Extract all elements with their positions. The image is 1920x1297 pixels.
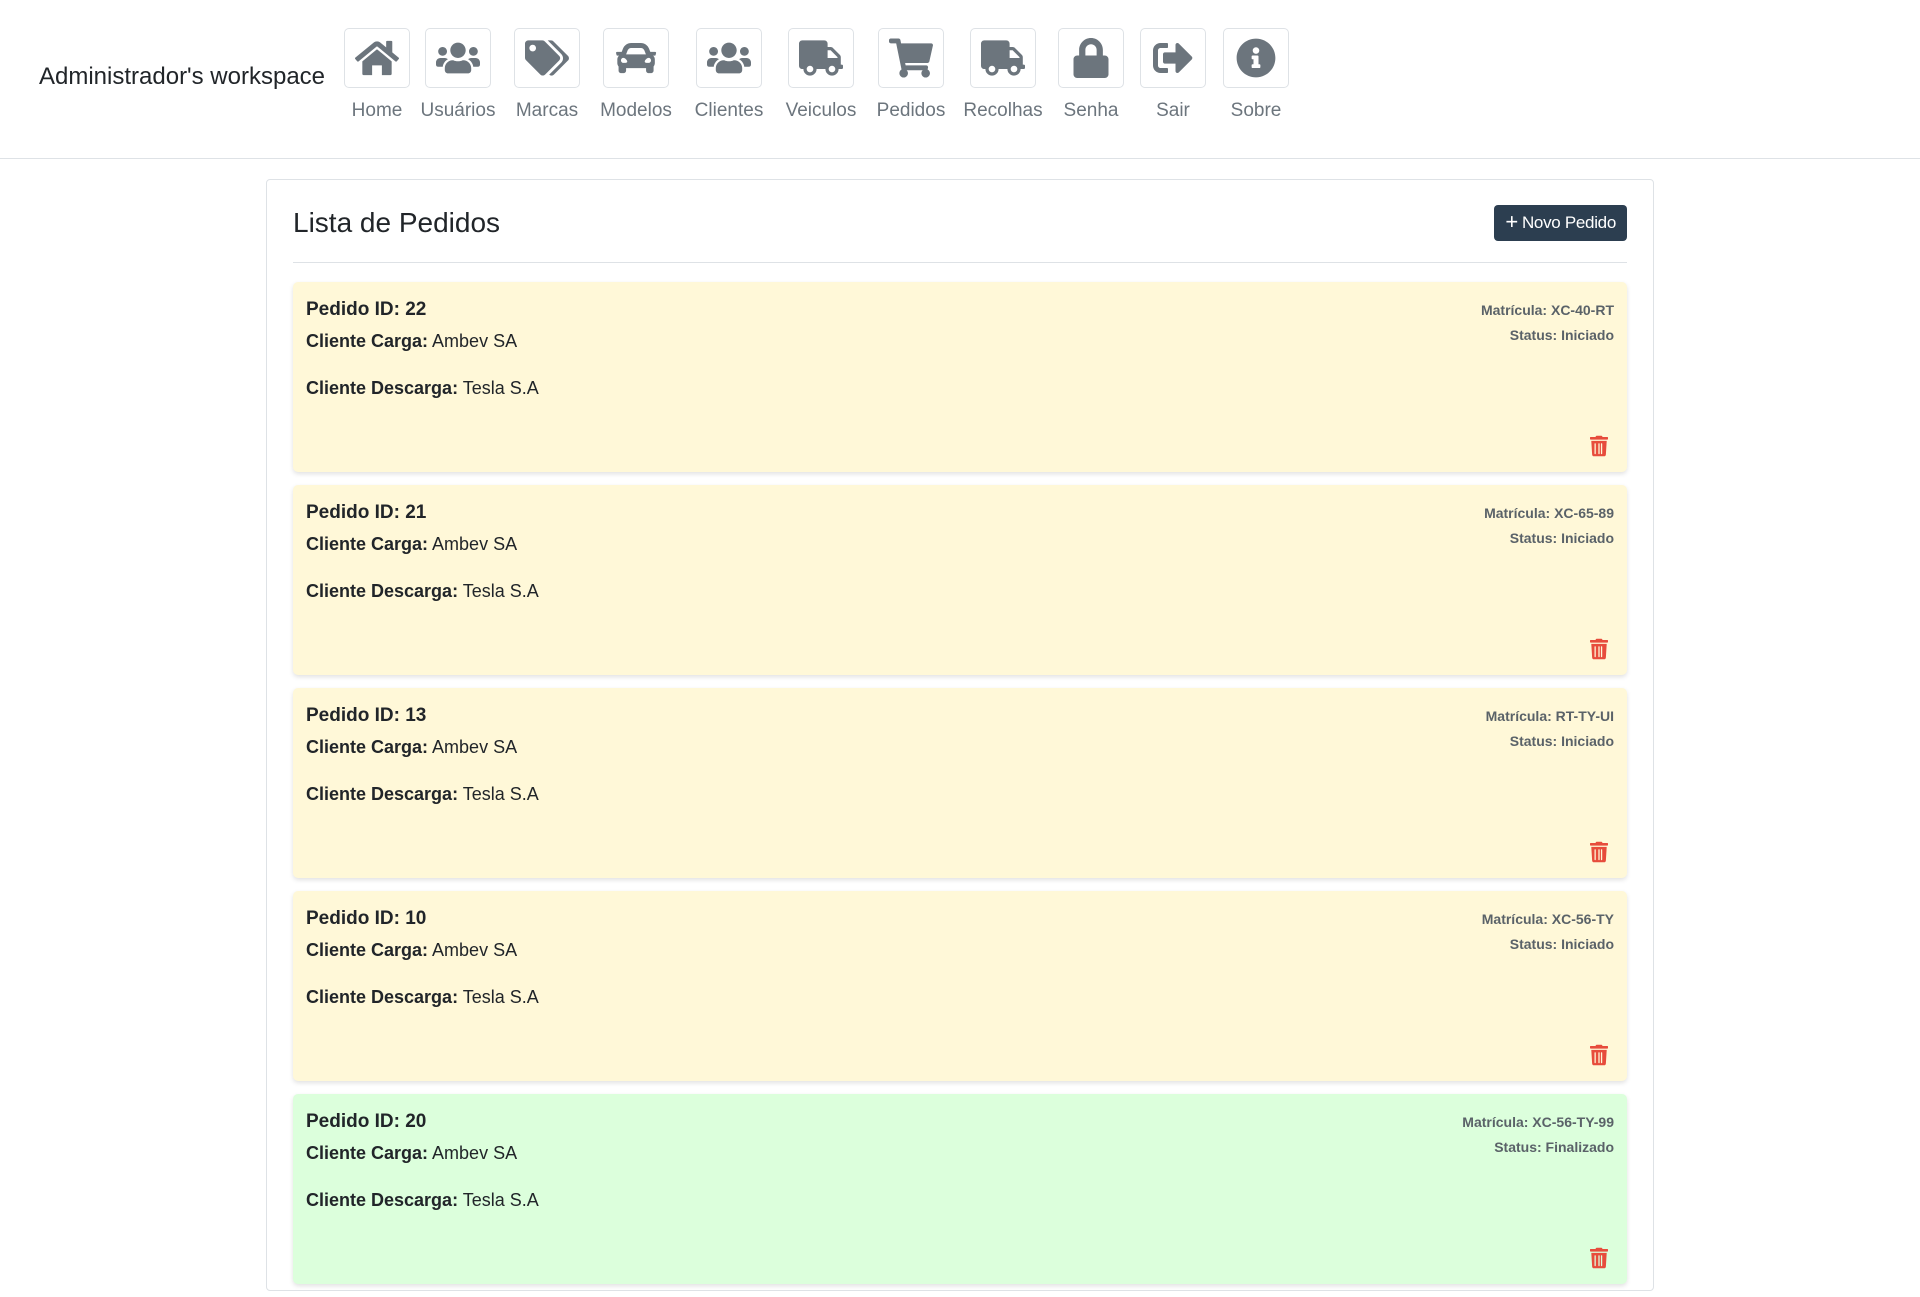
tags-icon	[514, 28, 580, 88]
status-badge: Status: Finalizado	[1494, 1139, 1614, 1155]
nav-recolhas[interactable]: Recolhas	[956, 28, 1050, 122]
cliente-descarga: Cliente Descarga: Tesla S.A	[306, 1190, 539, 1210]
new-order-label: Novo Pedido	[1521, 213, 1616, 232]
truck-icon	[788, 28, 854, 88]
panel-header: Lista de Pedidos + Novo Pedido	[293, 180, 1627, 263]
status-badge: Status: Iniciado	[1509, 530, 1614, 546]
top-navbar: Administrador's workspace Home Usuários …	[0, 0, 1920, 159]
page-title: Lista de Pedidos	[293, 207, 501, 238]
new-order-button[interactable]: + Novo Pedido	[1494, 205, 1627, 241]
lock-icon	[1058, 28, 1124, 88]
nav-marcas[interactable]: Marcas	[504, 28, 590, 122]
truck-icon	[970, 28, 1036, 88]
trash-icon	[1590, 1044, 1608, 1066]
order-card[interactable]: Pedido ID: 22 Cliente Carga: Ambev SA Cl…	[293, 282, 1627, 472]
cliente-descarga: Cliente Descarga: Tesla S.A	[306, 784, 539, 804]
trash-icon	[1590, 841, 1608, 863]
delete-order-button[interactable]	[1590, 638, 1608, 660]
matricula: Matrícula: XC-40-RT	[1480, 302, 1614, 318]
order-meta: Matrícula: RT-TY-UI Status: Iniciado	[1486, 704, 1614, 754]
order-card[interactable]: Pedido ID: 21 Cliente Carga: Ambev SA Cl…	[293, 485, 1627, 675]
users-icon	[425, 28, 491, 88]
nav-senha[interactable]: Senha	[1050, 28, 1132, 122]
main-nav: Home Usuários Marcas Modelos Clientes Ve…	[342, 28, 1298, 122]
cliente-descarga: Cliente Descarga: Tesla S.A	[306, 378, 539, 398]
nav-pedidos[interactable]: Pedidos	[866, 28, 956, 122]
status-badge: Status: Iniciado	[1509, 327, 1614, 343]
trash-icon	[1590, 638, 1608, 660]
cliente-carga: Cliente Carga: Ambev SA	[306, 940, 518, 960]
matricula: Matrícula: XC-65-89	[1484, 505, 1614, 521]
cliente-descarga: Cliente Descarga: Tesla S.A	[306, 581, 539, 601]
order-meta: Matrícula: XC-40-RT Status: Iniciado	[1481, 298, 1614, 348]
workspace-title: Administrador's workspace	[39, 63, 326, 90]
orders-panel: Lista de Pedidos + Novo Pedido Pedido ID…	[266, 179, 1654, 1291]
nav-veiculos[interactable]: Veiculos	[776, 28, 866, 122]
matricula: Matrícula: XC-56-TY-99	[1462, 1114, 1614, 1130]
order-id: Pedido ID: 21	[306, 502, 427, 523]
nav-clientes[interactable]: Clientes	[682, 28, 776, 122]
order-meta: Matrícula: XC-56-TY-99 Status: Finalizad…	[1462, 1110, 1614, 1160]
info-icon	[1223, 28, 1289, 88]
status-badge: Status: Iniciado	[1509, 936, 1614, 952]
cliente-descarga: Cliente Descarga: Tesla S.A	[306, 987, 539, 1007]
order-card[interactable]: Pedido ID: 10 Cliente Carga: Ambev SA Cl…	[293, 891, 1627, 1081]
order-id: Pedido ID: 10	[306, 908, 427, 929]
order-card[interactable]: Pedido ID: 20 Cliente Carga: Ambev SA Cl…	[293, 1094, 1627, 1284]
status-badge: Status: Iniciado	[1509, 733, 1614, 749]
trash-icon	[1590, 1247, 1608, 1269]
nav-home[interactable]: Home	[342, 28, 412, 122]
matricula: Matrícula: RT-TY-UI	[1485, 708, 1614, 724]
delete-order-button[interactable]	[1590, 435, 1608, 457]
trash-icon	[1590, 435, 1608, 457]
delete-order-button[interactable]	[1590, 841, 1608, 863]
car-icon	[603, 28, 669, 88]
order-meta: Matrícula: XC-65-89 Status: Iniciado	[1484, 501, 1614, 551]
cliente-carga: Cliente Carga: Ambev SA	[306, 737, 518, 757]
orders-list: Pedido ID: 22 Cliente Carga: Ambev SA Cl…	[293, 282, 1627, 1297]
delete-order-button[interactable]	[1590, 1044, 1608, 1066]
nav-sobre[interactable]: Sobre	[1214, 28, 1298, 122]
nav-usuarios[interactable]: Usuários	[412, 28, 504, 122]
nav-modelos[interactable]: Modelos	[590, 28, 682, 122]
cliente-carga: Cliente Carga: Ambev SA	[306, 534, 518, 554]
order-id: Pedido ID: 13	[306, 705, 427, 726]
nav-sair[interactable]: Sair	[1132, 28, 1214, 122]
plus-icon: +	[1505, 209, 1518, 234]
home-icon	[344, 28, 410, 88]
order-meta: Matrícula: XC-56-TY Status: Iniciado	[1482, 907, 1614, 957]
delete-order-button[interactable]	[1590, 1247, 1608, 1269]
order-card[interactable]: Pedido ID: 13 Cliente Carga: Ambev SA Cl…	[293, 688, 1627, 878]
users-icon	[696, 28, 762, 88]
sign-out-icon	[1140, 28, 1206, 88]
matricula: Matrícula: XC-56-TY	[1481, 911, 1614, 927]
cliente-carga: Cliente Carga: Ambev SA	[306, 1143, 518, 1163]
order-id: Pedido ID: 22	[306, 299, 427, 320]
cliente-carga: Cliente Carga: Ambev SA	[306, 331, 518, 351]
cart-icon	[878, 28, 944, 88]
order-id: Pedido ID: 20	[306, 1111, 427, 1132]
